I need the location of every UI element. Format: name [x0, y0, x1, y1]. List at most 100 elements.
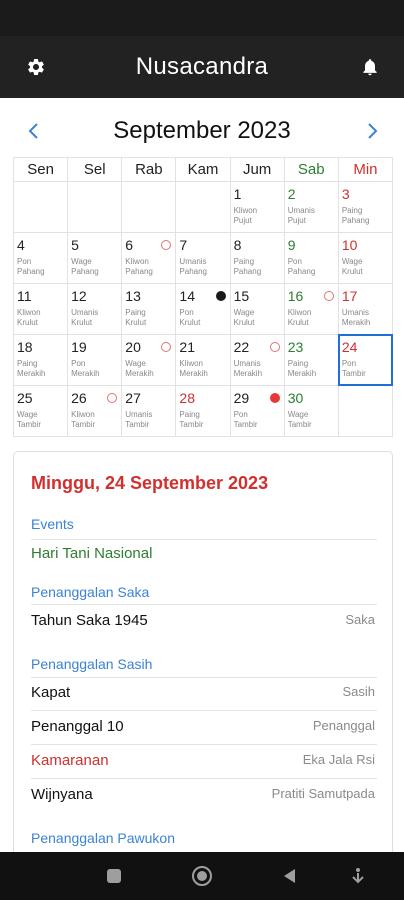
- events-section-label: Events: [31, 516, 74, 532]
- holiday-ring-icon: [161, 342, 172, 352]
- calendar-day[interactable]: 21 Kliwon Merakih: [176, 335, 231, 386]
- kamaranan-value: Eka Jala Rsi: [302, 752, 375, 767]
- calendar-grid: Sen Sel Rab Kam Jum Sab Min 1 Kliwon Pujut 2 Umani…: [13, 157, 394, 437]
- wuku-label: Tambir: [233, 420, 258, 429]
- calendar-day[interactable]: 25 Wage Tambir: [14, 386, 69, 437]
- calendar-day[interactable]: 9 Pon Pahang: [284, 233, 339, 284]
- day-number: 17: [341, 288, 358, 304]
- day-pasaran: Umanis Pahang: [179, 257, 207, 277]
- wijnyana-label: Wijnyana: [31, 786, 93, 803]
- day-pasaran: Kliwon Pujut: [234, 206, 258, 226]
- day-pasaran: Paing Pahang: [234, 257, 262, 277]
- status-bar: [0, 0, 404, 36]
- calendar-day[interactable]: 23 Paing Merakih: [284, 335, 339, 386]
- calendar-day[interactable]: 3 Paing Pahang: [338, 182, 393, 233]
- back-button[interactable]: [270, 852, 310, 900]
- wuku-label: Krulut: [341, 267, 363, 276]
- day-number: 26: [71, 390, 87, 406]
- calendar-day[interactable]: 18 Paing Merakih: [14, 335, 69, 386]
- calendar-day-empty: [68, 182, 123, 233]
- day-pasaran: Kliwon Merakih: [179, 359, 207, 379]
- calendar-day-empty: [338, 386, 393, 437]
- day-number: 12: [71, 288, 87, 304]
- pancawara-label: Paing: [341, 206, 363, 215]
- previous-month-button[interactable]: [14, 110, 54, 152]
- calendar-day[interactable]: 28 Paing Tambir: [176, 386, 231, 437]
- calendar-day[interactable]: 22 Umanis Merakih: [230, 335, 285, 386]
- weekday-header: Sab: [284, 158, 339, 182]
- wuku-label: Tambir: [287, 420, 312, 429]
- calendar-day[interactable]: 2 Umanis Pujut: [284, 182, 339, 233]
- calendar-week-row: 25 Wage Tambir 26 Kliwon Tambir 27 Umanis Tambir…: [14, 386, 393, 437]
- day-number: 5: [71, 237, 79, 253]
- sasih-name: Kapat: [31, 684, 71, 701]
- calendar-day-selected[interactable]: 24 Pon Tambir: [337, 334, 394, 386]
- calendar-day[interactable]: 29 Pon Tambir: [230, 386, 285, 437]
- calendar-day[interactable]: 20 Wage Merakih: [122, 335, 177, 386]
- calendar-day[interactable]: 15 Wage Krulut: [230, 284, 285, 335]
- calendar-day[interactable]: 11 Kliwon Krulut: [14, 284, 69, 335]
- kamaranan-label: Kamaranan: [31, 752, 109, 769]
- pawukon-section-label: Penanggalan Pawukon: [31, 830, 176, 846]
- wuku-label: Merakih: [233, 369, 263, 378]
- day-number: 25: [17, 390, 33, 406]
- calendar-day[interactable]: 19 Pon Merakih: [68, 335, 123, 386]
- calendar-day[interactable]: 6 Kliwon Pahang: [122, 233, 177, 284]
- pancawara-label: Umanis: [179, 257, 207, 266]
- calendar-day[interactable]: 27 Umanis Tambir: [122, 386, 177, 437]
- pancawara-label: Wage: [17, 410, 38, 419]
- day-pasaran: Wage Krulut: [234, 308, 255, 328]
- day-pasaran: Paing Merakih: [288, 359, 316, 379]
- calendar-day[interactable]: 7 Umanis Pahang: [176, 233, 231, 284]
- wuku-label: Merakih: [71, 369, 100, 378]
- system-navigation-bar: [0, 852, 404, 900]
- wuku-label: Krulut: [71, 318, 93, 327]
- day-pasaran: Pon Pahang: [288, 257, 316, 277]
- divider: [31, 744, 377, 745]
- day-pasaran: Pon Pahang: [17, 257, 45, 277]
- calendar-day[interactable]: 4 Pon Pahang: [14, 233, 69, 284]
- wuku-label: Tambir: [341, 369, 366, 378]
- weekday-header: Rab: [122, 158, 177, 182]
- settings-button[interactable]: [8, 36, 64, 98]
- pancawara-label: Kliwon: [125, 257, 149, 266]
- wuku-label: Pahang: [17, 267, 45, 276]
- calendar-day[interactable]: 26 Kliwon Tambir: [68, 386, 123, 437]
- saka-year-label: Tahun Saka 1945: [31, 612, 148, 629]
- event-item[interactable]: Hari Tani Nasional: [31, 545, 152, 562]
- pancawara-label: Umanis: [71, 308, 99, 317]
- saka-year-type: Saka: [345, 612, 375, 627]
- home-button[interactable]: [182, 852, 222, 900]
- holiday-ring-icon: [269, 342, 280, 352]
- weekday-header: Min: [338, 158, 393, 182]
- calendar-day[interactable]: 12 Umanis Krulut: [68, 284, 123, 335]
- wuku-label: Merakih: [125, 369, 154, 378]
- calendar-day[interactable]: 1 Kliwon Pujut: [230, 182, 285, 233]
- calendar-day[interactable]: 30 Wage Tambir: [284, 386, 339, 437]
- notifications-button[interactable]: [342, 36, 398, 98]
- recents-button[interactable]: [94, 852, 134, 900]
- calendar-day[interactable]: 13 Paing Krulut: [122, 284, 177, 335]
- divider: [31, 539, 377, 540]
- day-number: 9: [287, 237, 296, 253]
- wuku-label: Pahang: [233, 267, 262, 276]
- day-pasaran: Kliwon Krulut: [17, 308, 41, 328]
- calendar-day[interactable]: 16 Kliwon Krulut: [284, 284, 339, 335]
- day-number: 4: [17, 237, 25, 253]
- day-pasaran: Pon Krulut: [179, 308, 200, 328]
- day-number: 7: [179, 237, 188, 253]
- calendar-day[interactable]: 5 Wage Pahang: [68, 233, 123, 284]
- calendar-day[interactable]: 8 Paing Pahang: [230, 233, 285, 284]
- pancawara-label: Paing: [233, 257, 255, 266]
- wuku-label: Merakih: [179, 369, 208, 378]
- day-number: 1: [233, 186, 242, 202]
- calendar-day[interactable]: 14 Pon Krulut: [176, 284, 231, 335]
- new-moon-icon: [215, 291, 226, 301]
- calendar-day[interactable]: 10 Wage Krulut: [338, 233, 393, 284]
- chevron-right-icon: [368, 123, 378, 139]
- keyboard-hide-button[interactable]: [338, 852, 378, 900]
- weekday-header: Sen: [14, 158, 69, 182]
- next-month-button[interactable]: [352, 110, 392, 152]
- calendar-day[interactable]: 17 Umanis Merakih: [338, 284, 393, 335]
- day-pasaran: Wage Krulut: [342, 257, 363, 277]
